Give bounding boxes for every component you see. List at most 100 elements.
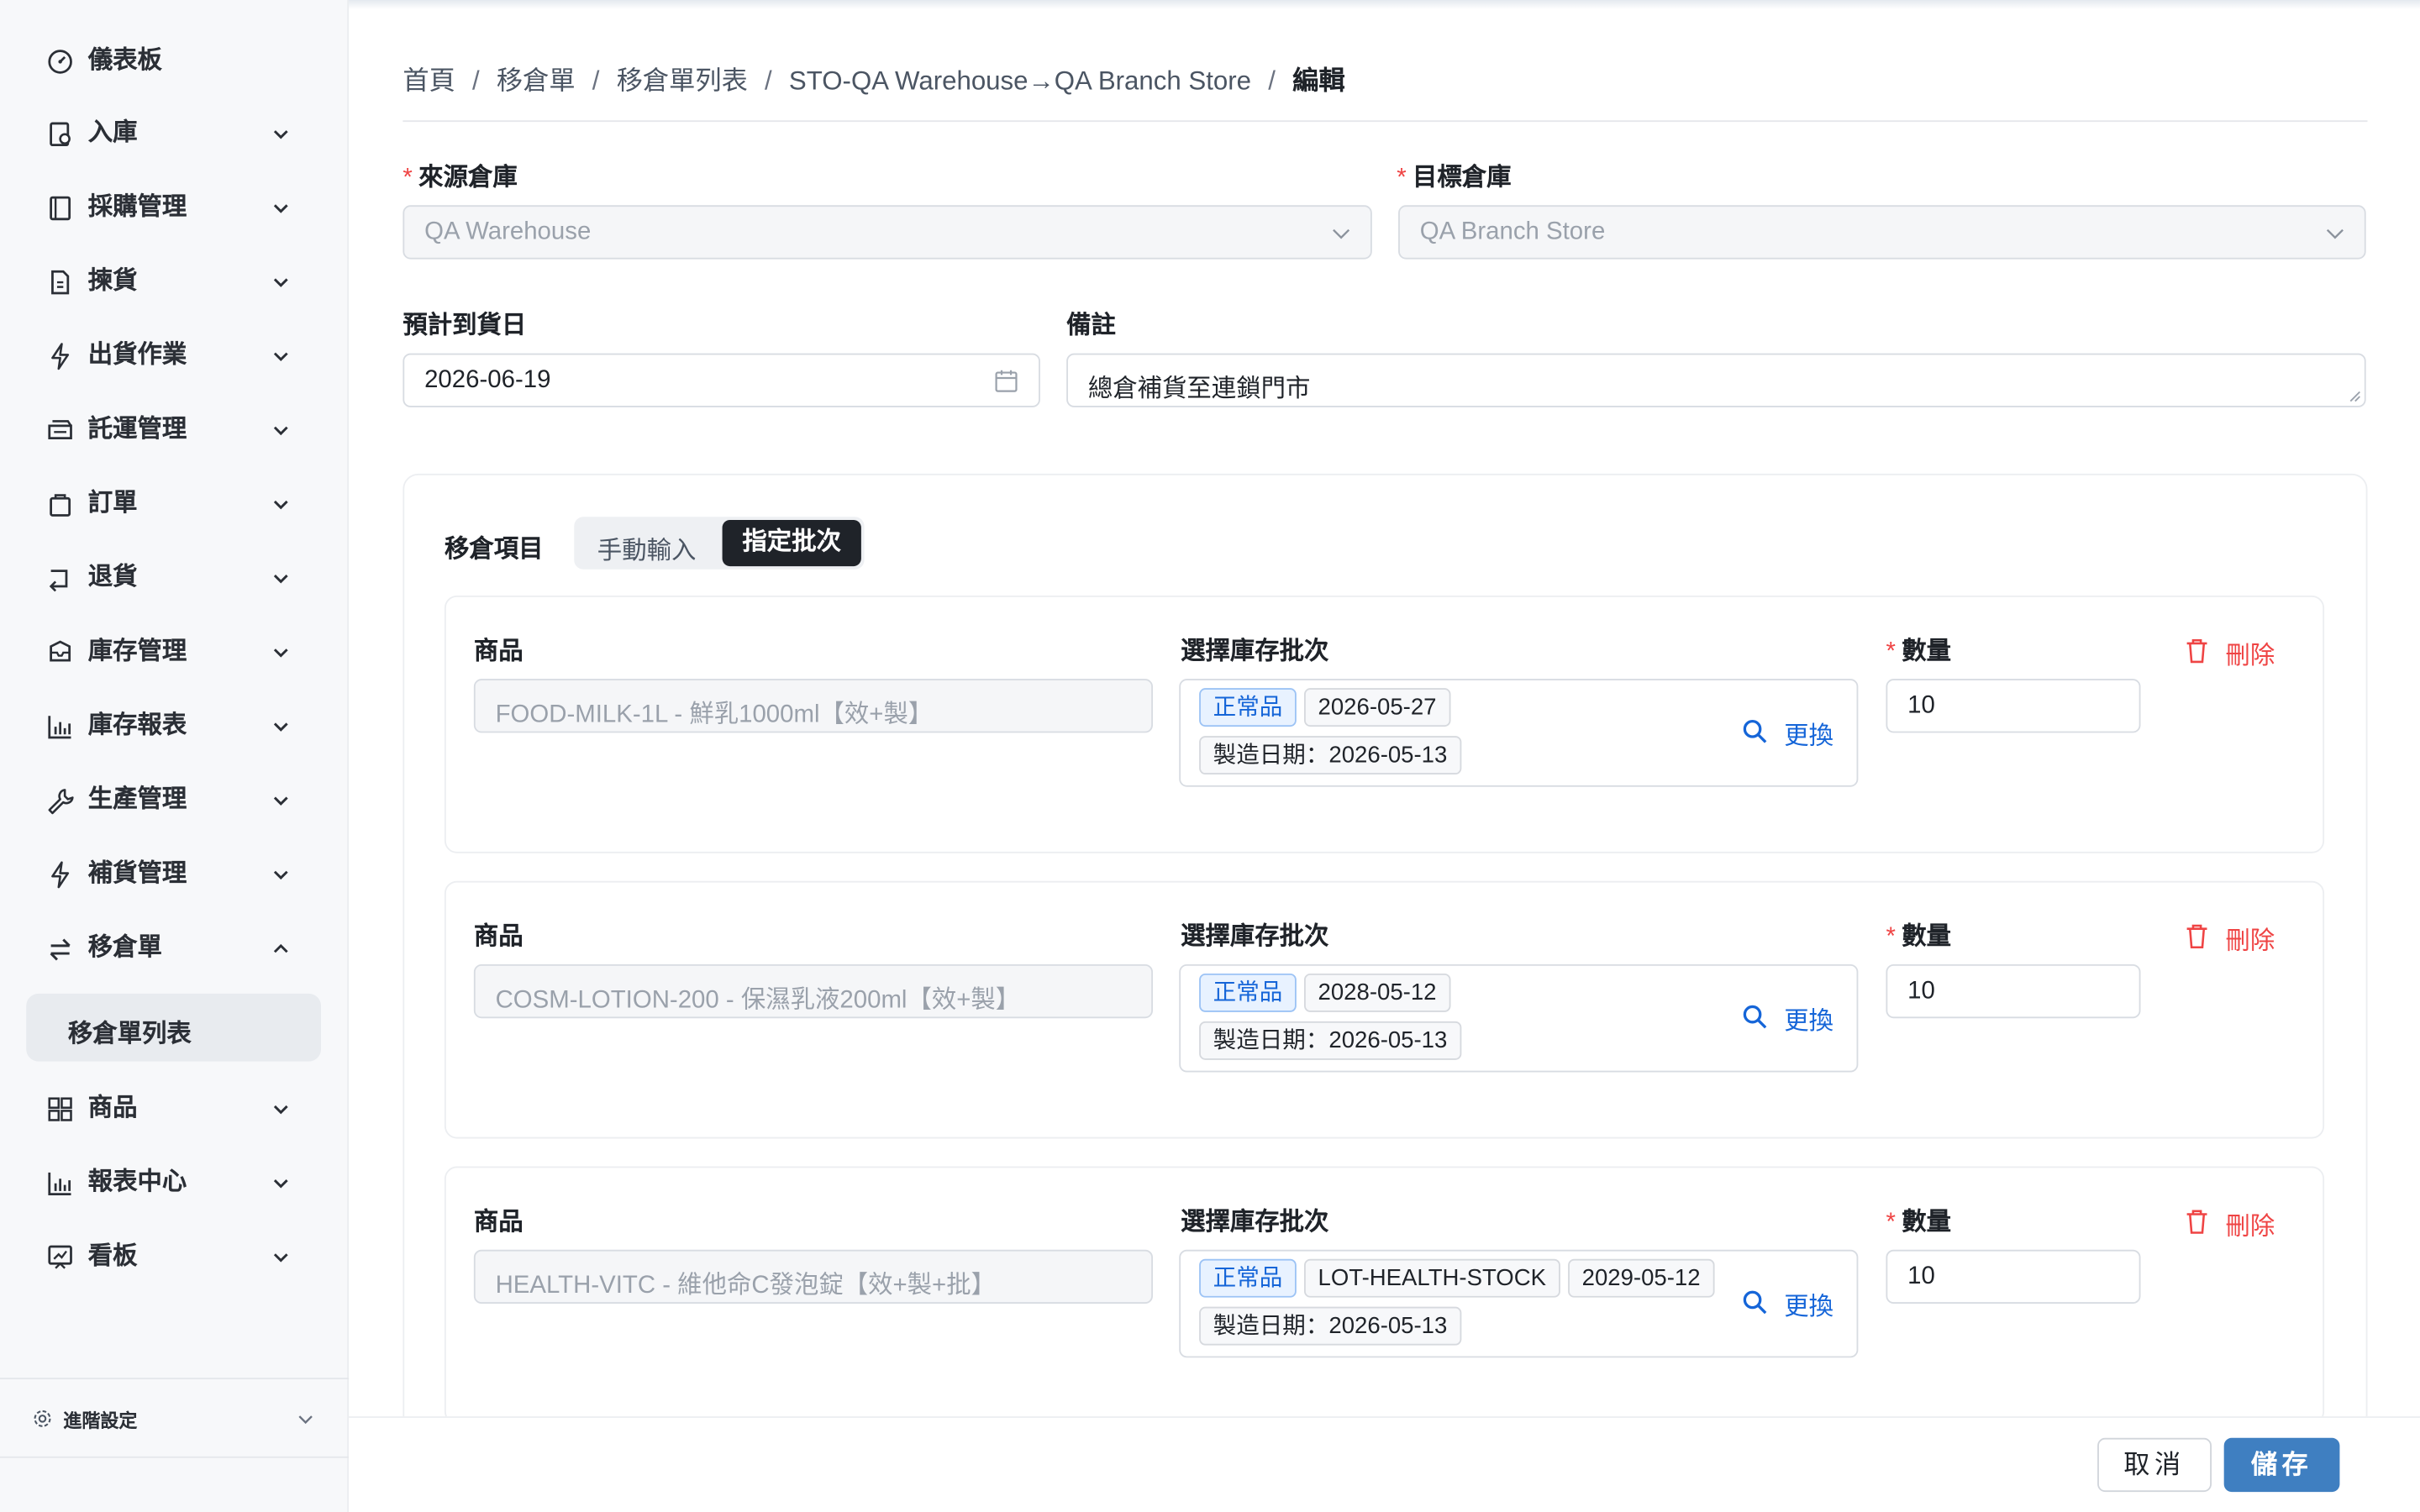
chevron-down-icon	[273, 648, 288, 658]
truck-icon	[48, 420, 72, 440]
resize-handle-icon[interactable]	[2349, 391, 2361, 403]
top-shadow	[349, 0, 2420, 10]
sidebar-item-7[interactable]: 訂單	[24, 474, 321, 535]
delete-item-button[interactable]: 刪除	[2186, 634, 2281, 669]
calendar-icon	[995, 370, 1018, 392]
sidebar-subitem-transfer-list[interactable]: 移倉單列表	[26, 993, 322, 1062]
product-label: 商品	[473, 1209, 523, 1236]
grid-icon	[48, 1097, 72, 1121]
chevron-down-icon	[273, 352, 288, 362]
bar-chart-icon	[48, 716, 71, 739]
chevron-down-icon	[273, 1253, 288, 1263]
chevron-down-icon	[2326, 228, 2344, 239]
sidebar-item-2[interactable]: 入庫	[24, 103, 321, 165]
change-lot-button[interactable]: 更換	[1743, 1000, 1839, 1035]
mode-manual-tab[interactable]: 手動輸入	[597, 529, 697, 566]
breadcrumb-home[interactable]: 首頁	[402, 66, 455, 96]
sidebar-item-15[interactable]: 報表中心	[24, 1152, 321, 1214]
sidebar-item-10[interactable]: 庫存報表	[24, 696, 321, 757]
bolt-icon	[51, 343, 70, 370]
chevron-down-icon	[273, 722, 288, 732]
sidebar-item-9[interactable]: 庫存管理	[24, 622, 321, 683]
bar-chart-icon	[48, 1172, 71, 1195]
breadcrumb-separator: /	[1268, 66, 1276, 96]
sidebar-item-3[interactable]: 採購管理	[24, 177, 321, 239]
product-field[interactable]: COSM-LOTION-200 - 保濕乳液200ml【效+製】	[473, 963, 1154, 1019]
lot-label: 選擇庫存批次	[1181, 1209, 1329, 1236]
sidebar-item-label: 儀表板	[87, 47, 162, 75]
sidebar-item-1[interactable]: 儀表板	[24, 31, 321, 92]
breadcrumb-separator: /	[592, 66, 600, 96]
breadcrumb-transfer-list[interactable]: 移倉單列表	[617, 66, 748, 96]
change-lot-button[interactable]: 更換	[1743, 1285, 1839, 1320]
delete-item-button[interactable]: 刪除	[2186, 920, 2281, 955]
sidebar-item-12[interactable]: 補貨管理	[24, 844, 321, 906]
sidebar-item-label: 移倉單	[87, 935, 162, 962]
breadcrumb-separator: /	[472, 66, 480, 96]
gear-icon	[34, 1410, 51, 1427]
chevron-down-icon	[298, 1415, 313, 1425]
status-badge: 正常品	[1199, 973, 1297, 1012]
eta-date-picker[interactable]: 2026-06-19	[402, 353, 1040, 407]
mfg-date-tag: 製造日期：2026-05-13	[1199, 1306, 1461, 1346]
cancel-button[interactable]: 取消	[2097, 1437, 2212, 1493]
wrench-icon	[48, 789, 74, 815]
chevron-down-icon	[273, 575, 288, 584]
mode-batch-tab[interactable]: 指定批次	[722, 519, 861, 567]
breadcrumb-separator: /	[765, 66, 772, 96]
product-label: 商品	[473, 638, 523, 665]
sidebar-item-5[interactable]: 出貨作業	[24, 326, 321, 387]
lot-label: 選擇庫存批次	[1181, 638, 1329, 665]
note-textarea[interactable]: 總倉補貨至連鎖門市	[1066, 353, 2366, 407]
sidebar-item-13[interactable]: 移倉單	[24, 918, 321, 979]
chevron-down-icon	[273, 130, 288, 139]
breadcrumb: 首頁 / 移倉單 / 移倉單列表 / STO-QA Warehouse→QA Branch …	[402, 59, 1344, 97]
sidebar-item-14[interactable]: 商品	[24, 1079, 321, 1140]
purchase-icon	[50, 196, 71, 221]
sidebar-item-label: 補貨管理	[87, 860, 187, 888]
status-badge: 正常品	[1199, 688, 1297, 727]
quantity-label: * 數量	[1886, 1209, 1952, 1236]
sidebar-item-8[interactable]: 退貨	[24, 548, 321, 609]
sidebar: 儀表板入庫採購管理揀貨出貨作業託運管理訂單退貨庫存管理庫存報表生產管理補貨管理移…	[0, 0, 350, 1512]
advanced-settings[interactable]: 進階設定	[0, 1378, 350, 1458]
search-icon	[1743, 1005, 1767, 1029]
dashboard-icon	[48, 50, 72, 74]
quantity-label: * 數量	[1886, 924, 1952, 951]
product-field[interactable]: HEALTH-VITC - 維他命C發泡錠【效+製+批】	[473, 1249, 1154, 1305]
inbound-icon	[50, 122, 71, 147]
chevron-down-icon	[1333, 228, 1350, 239]
change-lot-button[interactable]: 更換	[1743, 714, 1839, 750]
chevron-down-icon	[273, 426, 288, 436]
quantity-input[interactable]: 10	[1886, 963, 2141, 1019]
sidebar-item-4[interactable]: 揀貨	[24, 251, 321, 312]
save-button[interactable]: 儲存	[2223, 1437, 2340, 1493]
quantity-input[interactable]: 10	[1886, 1249, 2141, 1305]
divider	[402, 120, 2368, 123]
transfer-items-title: 移倉項目	[444, 537, 544, 564]
trash-icon	[2186, 1210, 2207, 1234]
source-warehouse-select[interactable]: QA Warehouse	[402, 205, 1372, 260]
sidebar-item-label: 託運管理	[87, 416, 187, 444]
sidebar-item-16[interactable]: 看板	[24, 1226, 321, 1288]
trash-icon	[2186, 924, 2207, 949]
product-field[interactable]: FOOD-MILK-1L - 鮮乳1000ml【效+製】	[473, 679, 1154, 733]
entry-mode-toggle: 手動輸入 指定批次	[574, 517, 865, 570]
sidebar-item-11[interactable]: 生產管理	[24, 770, 321, 832]
chevron-down-icon	[273, 796, 288, 806]
search-icon	[1743, 720, 1767, 743]
sidebar-item-label: 報表中心	[87, 1169, 187, 1196]
breadcrumb-transfer[interactable]: 移倉單	[497, 66, 576, 96]
delete-item-button[interactable]: 刪除	[2186, 1205, 2281, 1241]
return-icon	[49, 570, 68, 592]
quantity-input[interactable]: 10	[1886, 679, 2141, 733]
chevron-down-icon	[273, 204, 288, 213]
target-warehouse-select[interactable]: QA Branch Store	[1398, 205, 2366, 260]
breadcrumb-current: 編輯	[1292, 66, 1345, 96]
source-warehouse-label: * 來源倉庫	[402, 165, 518, 192]
breadcrumb-order[interactable]: STO-QA Warehouse→QA Branch Store	[789, 66, 1251, 96]
status-badge: 正常品	[1199, 1258, 1297, 1298]
sidebar-item-6[interactable]: 託運管理	[24, 400, 321, 461]
bolt-icon	[51, 861, 70, 889]
mfg-date-tag: 製造日期：2026-05-13	[1199, 1021, 1461, 1060]
